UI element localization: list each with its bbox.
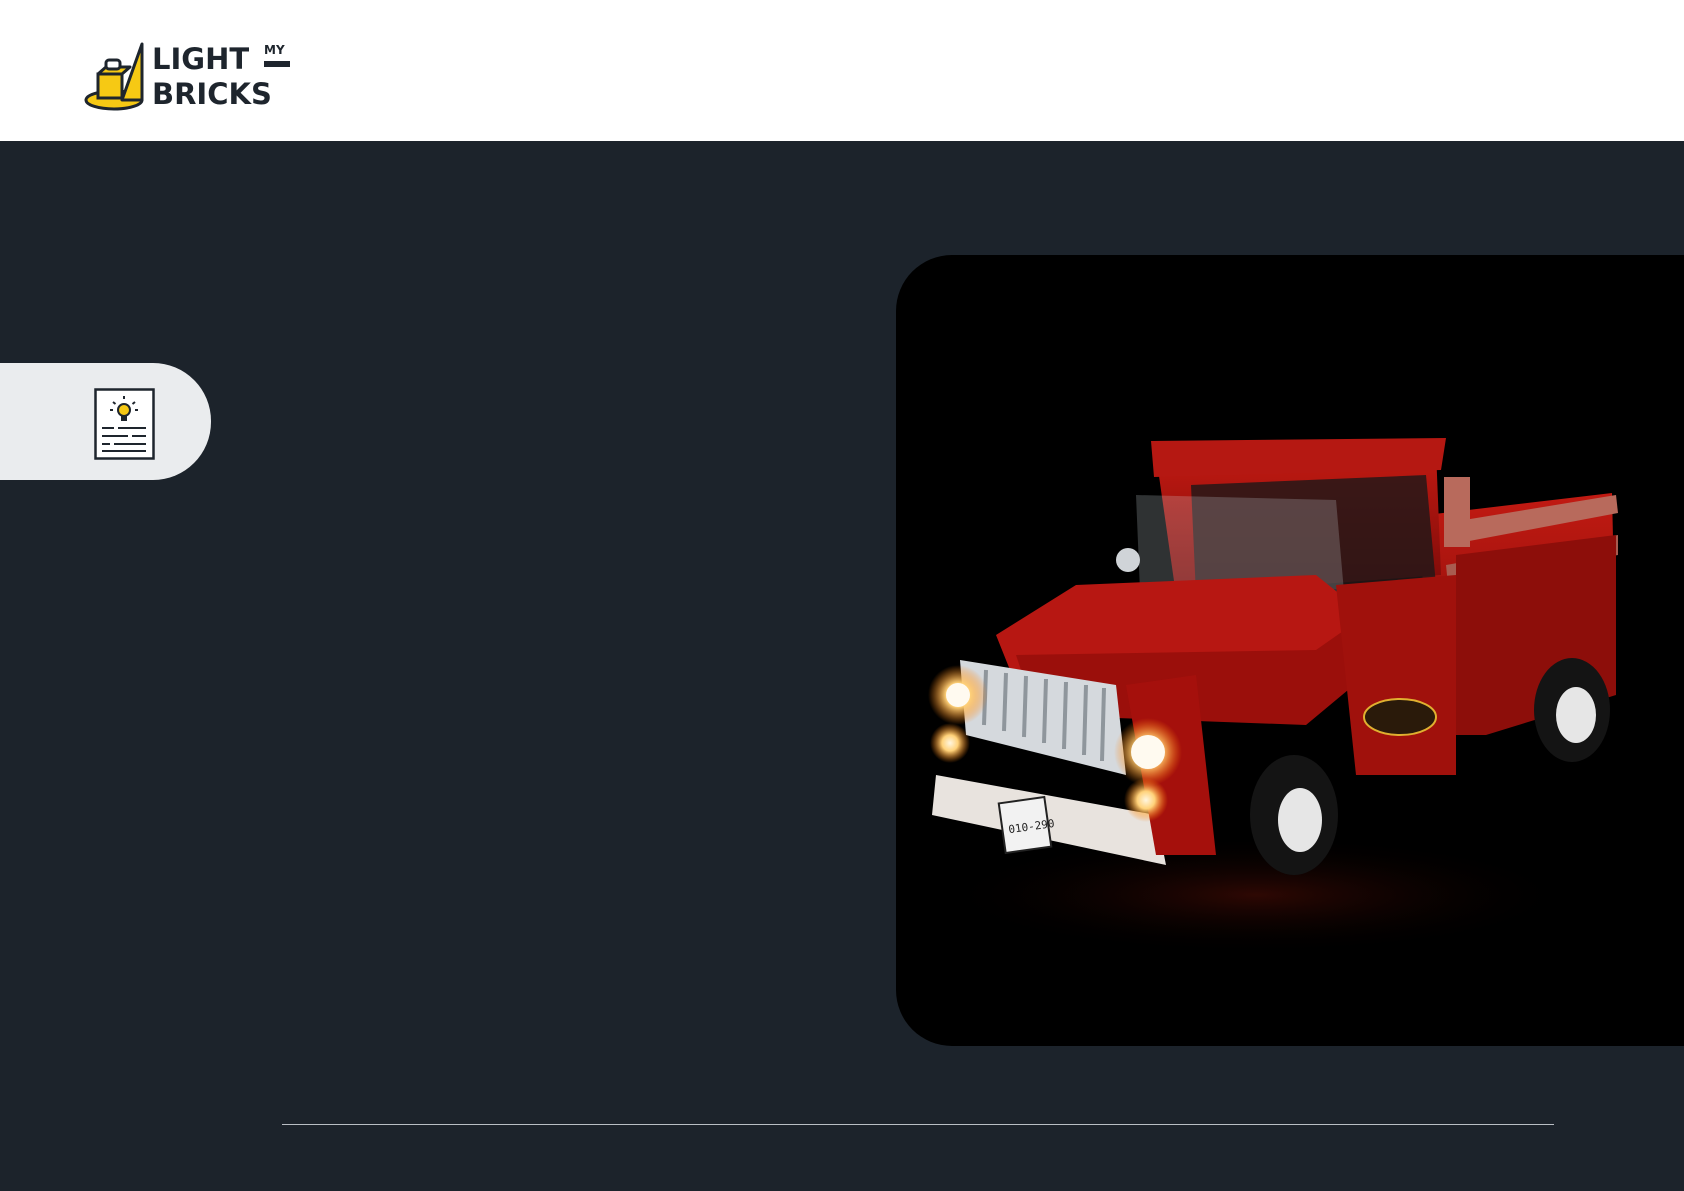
side-tab[interactable] <box>0 363 211 480</box>
light-my-bricks-logo[interactable]: LIGHT MY BRICKS <box>84 42 294 112</box>
page-header: LIGHT MY BRICKS <box>0 0 1684 141</box>
logo-text-my: MY <box>264 43 285 57</box>
logo-text-bricks: BRICKS <box>152 77 272 111</box>
footer-divider <box>282 1124 1554 1125</box>
logo-brick-icon <box>84 42 144 111</box>
logo-text-light: LIGHT <box>152 42 250 76</box>
lightbulb-document-icon <box>94 388 155 460</box>
red-pickup-truck-image: 010-290 <box>928 438 1618 955</box>
product-photo: 010-290 <box>896 255 1684 1046</box>
logo-bar <box>264 61 290 67</box>
logo-wordmark: LIGHT MY BRICKS <box>152 42 294 112</box>
